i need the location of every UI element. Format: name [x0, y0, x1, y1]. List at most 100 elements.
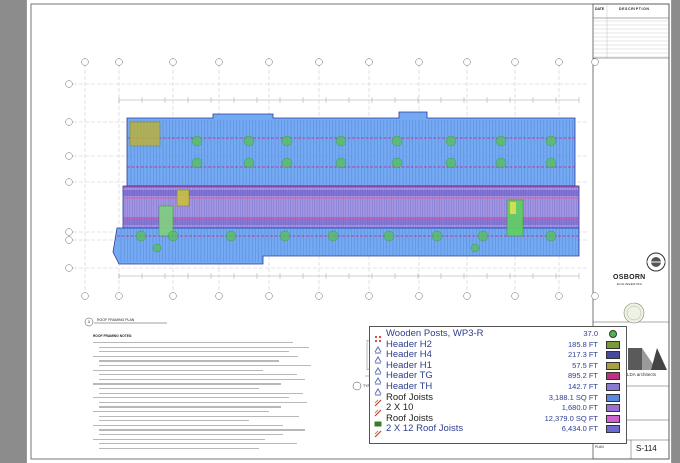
wooden-post-marker — [495, 135, 507, 147]
legend-label: Roof Joists — [386, 412, 433, 424]
legend-label: Header H4 — [386, 349, 432, 361]
legend-value: 3,188.1 SQ FT — [548, 392, 598, 402]
grid-bubble — [555, 58, 563, 66]
grid-bubble — [463, 58, 471, 66]
grid-bubble — [169, 58, 177, 66]
legend-color-swatch — [606, 372, 620, 381]
lda-logo-icon — [628, 348, 667, 370]
legend-label: 2 X 12 Roof Joists — [386, 423, 464, 435]
takeoff-legend: Wooden Posts, WP3-R 37.0 Header H2 185.8 FT… — [369, 326, 627, 444]
engineer-seal-icon — [623, 302, 645, 324]
note-text-line — [99, 401, 307, 403]
beam-icon — [374, 351, 382, 364]
legend-label: Header H2 — [386, 338, 432, 350]
revision-description-header: DESCRIPTION — [619, 7, 650, 11]
joist-icon — [374, 394, 382, 407]
grid-bubble — [81, 58, 89, 66]
legend-value: 6,434.0 FT — [561, 424, 598, 434]
revision-date-header: DATE — [595, 7, 605, 11]
grid-bubble — [215, 58, 223, 66]
grid-bubble — [315, 58, 323, 66]
beam-icon — [374, 383, 382, 396]
note-text-line — [99, 346, 309, 348]
header-h1-zone — [129, 121, 161, 147]
note-text-line — [93, 342, 293, 344]
legend-row: 2 X 12 Roof Joists 6,434.0 FT — [370, 423, 626, 438]
grid-bubble — [265, 58, 273, 66]
note-text-line — [93, 355, 298, 357]
note-text-line — [99, 406, 281, 408]
legend-value: 142.7 FT — [567, 382, 598, 391]
note-text-line — [99, 374, 297, 376]
grid-bubble — [591, 292, 599, 300]
wooden-post-marker — [445, 135, 457, 147]
wooden-post-marker — [545, 230, 557, 242]
note-text-line — [99, 360, 279, 362]
beam-icon — [374, 341, 382, 354]
grid-bubble — [315, 292, 323, 300]
note-text-line — [93, 397, 289, 399]
typical-detail-bubble — [352, 381, 362, 391]
grid-bubble — [511, 292, 519, 300]
note-text-line — [99, 443, 297, 445]
grid-bubble — [65, 264, 73, 272]
note-text-line — [93, 438, 265, 440]
wooden-post-marker — [327, 230, 339, 242]
legend-value: 185.8 FT — [567, 339, 598, 349]
grid-bubble — [115, 58, 123, 66]
joist-icon — [374, 425, 382, 438]
notes-heading: ROOF FRAMING NOTES: — [93, 334, 133, 338]
wooden-post-marker — [191, 135, 203, 147]
legend-label: Wooden Posts, WP3-R — [386, 328, 484, 339]
wooden-post-marker — [477, 230, 489, 242]
note-text-line — [93, 411, 269, 413]
wooden-post-marker — [391, 157, 403, 169]
note-text-line — [99, 378, 305, 380]
wooden-post-marker — [470, 243, 480, 253]
wooden-post-marker — [281, 135, 293, 147]
legend-label: 2 X 10 — [386, 402, 414, 414]
note-text-line — [99, 420, 249, 422]
roof-area-upper — [126, 111, 576, 187]
legend-value: 37.0 — [583, 329, 598, 338]
legend-label: Header TH — [386, 381, 433, 392]
wooden-post-marker — [279, 230, 291, 242]
wooden-post-marker — [445, 157, 457, 169]
osborn-sub: ENGINEERING — [617, 282, 643, 286]
grid-bubble — [65, 178, 73, 186]
wooden-post-marker — [495, 157, 507, 169]
grid-bubble — [65, 118, 73, 126]
note-text-line — [93, 424, 283, 426]
osborn-logo-icon — [646, 252, 666, 272]
lda-name: LDA architects — [627, 372, 657, 377]
plan-title: ROOF FRAMING PLAN — [97, 318, 135, 322]
grid-bubble — [169, 292, 177, 300]
grid-bubble — [65, 152, 73, 160]
note-text-line — [99, 365, 311, 367]
legend-value: 895.2 FT — [567, 371, 598, 381]
header-h1-zone — [176, 189, 190, 207]
sheet-number: S-114 — [636, 444, 657, 453]
wooden-post-marker — [225, 230, 237, 242]
note-text-line — [93, 383, 281, 385]
roof-framing-notes: ROOF FRAMING NOTES: — [93, 334, 321, 452]
legend-label: Roof Joists — [386, 391, 433, 403]
wooden-post-marker — [431, 230, 443, 242]
grid-bubble — [265, 292, 273, 300]
wooden-post-marker — [243, 157, 255, 169]
legend-color-swatch — [606, 351, 620, 360]
legend-value: 1,680.0 FT — [561, 403, 598, 413]
legend-color-swatch — [606, 383, 620, 391]
grid-bubble — [415, 58, 423, 66]
grid-bubble — [365, 292, 373, 300]
grid-bubble — [555, 292, 563, 300]
drawing-sheet: DATE DESCRIPTION 1 ROOF FRAMING PLAN TYP… — [26, 0, 672, 463]
post-icon — [374, 330, 382, 343]
wooden-post-marker — [152, 243, 162, 253]
grid-bubble — [65, 80, 73, 88]
grid-bubble — [65, 228, 73, 236]
legend-color-swatch — [606, 404, 620, 413]
legend-color-swatch — [606, 340, 620, 349]
legend-value: 57.5 FT — [572, 360, 598, 370]
note-text-line — [99, 392, 303, 394]
